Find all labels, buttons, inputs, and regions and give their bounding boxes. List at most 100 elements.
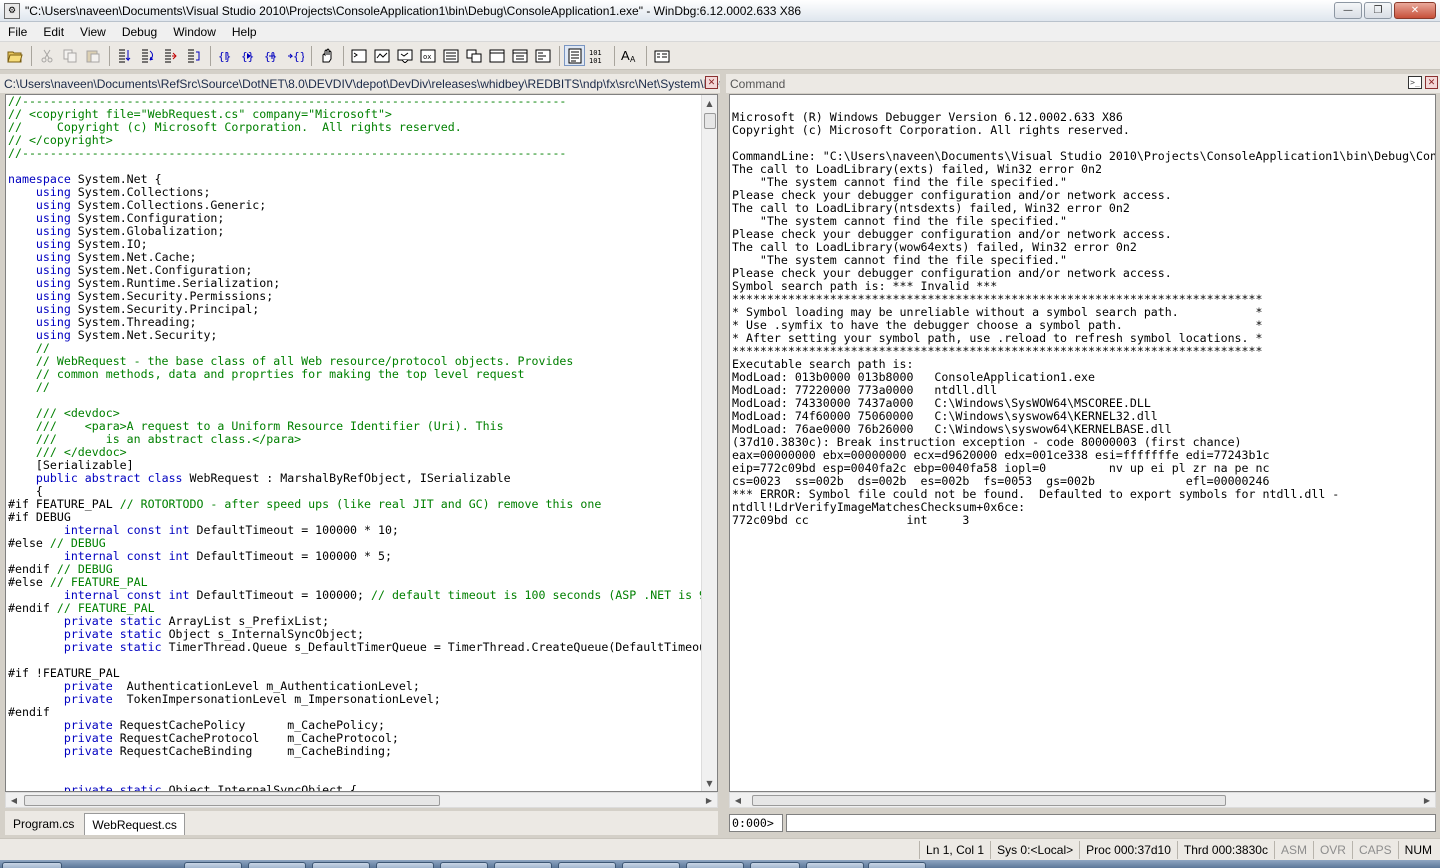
source-line[interactable]: [Serializable] — [8, 459, 703, 472]
scroll-up-icon[interactable]: ▲ — [702, 95, 717, 111]
taskbar-item[interactable] — [312, 862, 370, 868]
source-line[interactable]: /// <devdoc> — [8, 407, 703, 420]
run-to-cursor-icon[interactable] — [183, 45, 204, 66]
source-line[interactable]: /// <para>A request to a Uniform Resourc… — [8, 420, 703, 433]
source-line[interactable]: namespace System.Net { — [8, 173, 703, 186]
scroll-left-icon[interactable]: ◀ — [6, 793, 22, 807]
source-line[interactable]: private static Object s_InternalSyncObje… — [8, 628, 703, 641]
source-line[interactable]: // Copyright (c) Microsoft Corporation. … — [8, 121, 703, 134]
command-horizontal-scrollbar[interactable]: ◀ ▶ — [729, 792, 1436, 808]
call-stack-icon[interactable] — [463, 45, 484, 66]
menu-view[interactable]: View — [72, 25, 114, 39]
start-button[interactable] — [2, 862, 62, 868]
source-line[interactable]: #else // FEATURE_PAL — [8, 576, 703, 589]
source-line[interactable]: using System.Configuration; — [8, 212, 703, 225]
source-line[interactable]: { — [8, 485, 703, 498]
step-into-icon[interactable] — [114, 45, 135, 66]
command-window[interactable]: Microsoft (R) Windows Debugger Version 6… — [729, 94, 1436, 792]
command-input[interactable] — [786, 814, 1436, 832]
source-line[interactable]: /// is an abstract class.</para> — [8, 433, 703, 446]
source-line[interactable]: private RequestCacheBinding m_CacheBindi… — [8, 745, 703, 758]
locals-icon[interactable] — [394, 45, 415, 66]
registers-icon[interactable]: ox — [417, 45, 438, 66]
taskbar-item[interactable] — [622, 862, 680, 868]
source-line[interactable]: private static Object InternalSyncObject… — [8, 784, 703, 791]
source-line[interactable]: // common methods, data and proprties fo… — [8, 368, 703, 381]
options-icon[interactable] — [651, 45, 672, 66]
scroll-down-icon[interactable]: ▼ — [702, 775, 717, 791]
scratch-pad-icon[interactable] — [509, 45, 530, 66]
taskbar-item[interactable] — [868, 862, 926, 868]
source-line[interactable]: internal const int DefaultTimeout = 1000… — [8, 550, 703, 563]
source-line[interactable]: using System.Globalization; — [8, 225, 703, 238]
source-line[interactable]: using System.Security.Permissions; — [8, 290, 703, 303]
menu-debug[interactable]: Debug — [114, 25, 165, 39]
source-line[interactable]: #if !FEATURE_PAL — [8, 667, 703, 680]
source-line[interactable]: using System.Collections.Generic; — [8, 199, 703, 212]
open-icon[interactable] — [4, 45, 25, 66]
source-line[interactable] — [8, 771, 703, 784]
menu-file[interactable]: File — [0, 25, 35, 39]
taskbar-item[interactable] — [806, 862, 864, 868]
taskbar-item[interactable] — [750, 862, 800, 868]
source-line[interactable]: // WebRequest - the base class of all We… — [8, 355, 703, 368]
source-line[interactable]: #else // DEBUG — [8, 537, 703, 550]
source-line[interactable]: using System.Threading; — [8, 316, 703, 329]
source-line[interactable]: #endif — [8, 706, 703, 719]
source-horizontal-scrollbar[interactable]: ◀ ▶ — [5, 792, 718, 808]
disassembly-icon[interactable] — [486, 45, 507, 66]
taskbar-item[interactable] — [686, 862, 744, 868]
source-line[interactable]: #if DEBUG — [8, 511, 703, 524]
scroll-right-icon[interactable]: ▶ — [701, 793, 717, 807]
command-pane-close-icon[interactable]: ✕ — [1425, 76, 1438, 89]
source-line[interactable]: #endif // FEATURE_PAL — [8, 602, 703, 615]
source-line[interactable]: //--------------------------------------… — [8, 147, 703, 160]
paste-icon[interactable] — [82, 45, 103, 66]
source-line[interactable]: #if FEATURE_PAL // ROTORTODO - after spe… — [8, 498, 703, 511]
scroll-thumb[interactable] — [24, 795, 440, 806]
source-vertical-scrollbar[interactable]: ▲ ▼ — [701, 95, 717, 791]
copy-icon[interactable] — [59, 45, 80, 66]
hand-icon[interactable] — [316, 45, 337, 66]
source-line[interactable] — [8, 394, 703, 407]
restart-icon[interactable]: {} — [238, 45, 259, 66]
tab-webrequest-cs[interactable]: WebRequest.cs — [84, 813, 185, 835]
source-line[interactable]: internal const int DefaultTimeout = 1000… — [8, 524, 703, 537]
source-line[interactable]: using System.Net.Configuration; — [8, 264, 703, 277]
source-line[interactable]: public abstract class WebRequest : Marsh… — [8, 472, 703, 485]
source-line[interactable]: using System.Net.Security; — [8, 329, 703, 342]
source-line[interactable]: using System.Collections; — [8, 186, 703, 199]
taskbar-item[interactable] — [184, 862, 242, 868]
menu-edit[interactable]: Edit — [35, 25, 72, 39]
source-pane-close-icon[interactable]: ✕ — [705, 76, 718, 89]
menu-window[interactable]: Window — [165, 25, 224, 39]
step-over-icon[interactable] — [137, 45, 158, 66]
taskbar-item[interactable] — [440, 862, 488, 868]
source-line[interactable]: using System.IO; — [8, 238, 703, 251]
source-line[interactable]: // </copyright> — [8, 134, 703, 147]
taskbar-item[interactable] — [494, 862, 552, 868]
source-line[interactable] — [8, 160, 703, 173]
source-line[interactable]: // <copyright file="WebRequest.cs" compa… — [8, 108, 703, 121]
source-mode-icon[interactable] — [564, 45, 585, 66]
stop-icon[interactable]: {} — [261, 45, 282, 66]
break-icon[interactable]: {} — [284, 45, 305, 66]
command-window-icon[interactable]: >_ — [1408, 76, 1422, 89]
source-line[interactable]: using System.Security.Principal; — [8, 303, 703, 316]
source-line[interactable] — [8, 758, 703, 771]
cut-icon[interactable] — [36, 45, 57, 66]
close-button[interactable]: ✕ — [1394, 2, 1436, 19]
source-line[interactable]: private TokenImpersonationLevel m_Impers… — [8, 693, 703, 706]
taskbar-item[interactable] — [248, 862, 306, 868]
source-line[interactable]: // — [8, 381, 703, 394]
memory-icon[interactable] — [440, 45, 461, 66]
font-icon[interactable]: AA — [619, 45, 640, 66]
source-line[interactable]: private static TimerThread.Queue s_Defau… — [8, 641, 703, 654]
source-line[interactable]: using System.Net.Cache; — [8, 251, 703, 264]
command-window-icon[interactable] — [348, 45, 369, 66]
source-line[interactable]: #endif // DEBUG — [8, 563, 703, 576]
scroll-thumb[interactable] — [752, 795, 1226, 806]
watch-icon[interactable] — [371, 45, 392, 66]
minimize-button[interactable]: — — [1334, 2, 1362, 19]
source-code[interactable]: //--------------------------------------… — [8, 95, 703, 791]
